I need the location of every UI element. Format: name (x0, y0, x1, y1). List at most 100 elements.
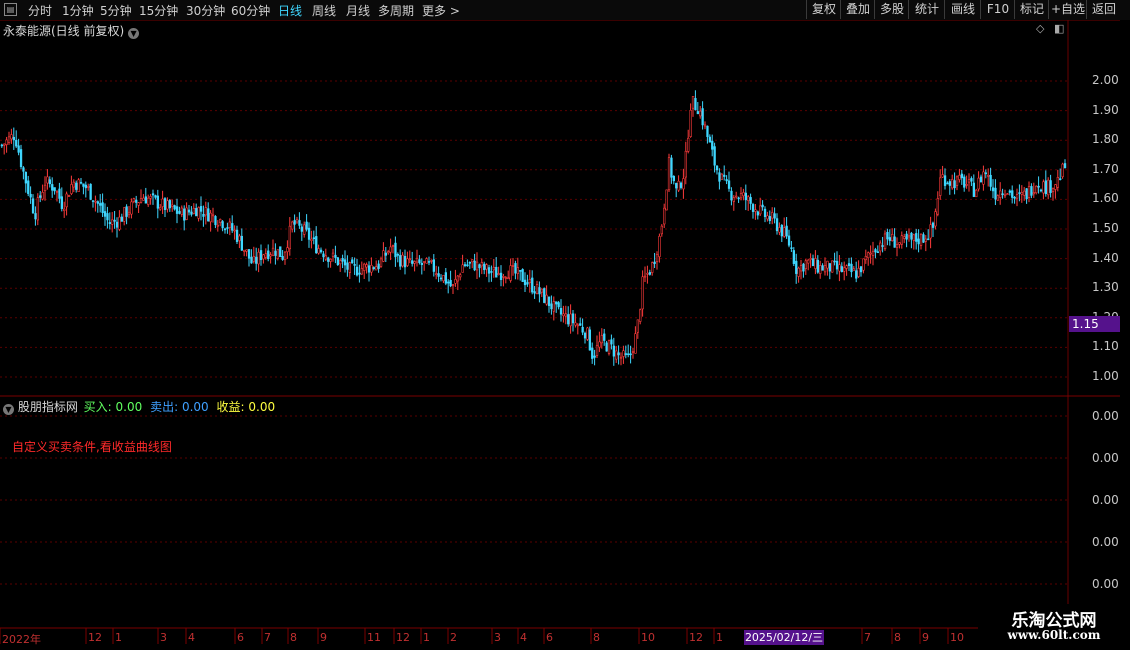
candle-body (593, 355, 596, 358)
candle-body (447, 281, 450, 284)
multi-stock-button[interactable]: 多股 (874, 0, 909, 19)
candle-body (619, 356, 623, 359)
candle-body (339, 260, 342, 265)
add-watchlist-button[interactable]: +自选 (1048, 0, 1087, 19)
period-tab-monthly[interactable]: 月线 (346, 2, 370, 19)
mark-button[interactable]: 标记 (1014, 0, 1049, 19)
indicator-header: ▼ 股朋指标网 买入: 0.00 卖出: 0.00 收益: 0.00 (3, 398, 275, 415)
candle-body (144, 196, 148, 204)
candle-body (219, 219, 222, 223)
date-tick-label: 1 (115, 631, 122, 644)
candle-body (478, 264, 481, 269)
period-tab-weekly[interactable]: 周线 (312, 2, 336, 19)
candle-body (351, 259, 354, 264)
candle-body (406, 258, 409, 266)
chevron-down-icon[interactable]: ▼ (128, 28, 140, 39)
candle-body (955, 176, 959, 186)
candle-body (742, 192, 745, 197)
candle-body (322, 253, 325, 258)
candle-body (903, 236, 906, 239)
current-price-tag: 1.15 (1069, 316, 1120, 332)
statistics-button[interactable]: 统计 (908, 0, 945, 19)
period-tab-15min[interactable]: 15分钟 (139, 2, 178, 19)
candle-body (331, 252, 335, 257)
period-tab-1min[interactable]: 1分钟 (62, 2, 94, 19)
candle-body (408, 258, 412, 261)
candle-body (895, 244, 899, 248)
candle-body (689, 109, 692, 137)
candle-body (127, 211, 131, 215)
sell-value: 0.00 (181, 400, 209, 414)
candle-body (279, 246, 282, 258)
candle-body (655, 254, 659, 262)
period-tab-multi[interactable]: 多周期 (378, 2, 414, 19)
candle-body (607, 340, 611, 354)
candle-body (960, 173, 964, 179)
candle-body (252, 256, 256, 262)
period-tab-60min[interactable]: 60分钟 (231, 2, 270, 19)
candle-body (31, 198, 35, 214)
candle-body (811, 258, 815, 267)
candle-body (521, 269, 524, 282)
price-tick-label: 1.90 (1092, 102, 1119, 117)
period-tab-30min[interactable]: 30分钟 (186, 2, 225, 19)
f10-button[interactable]: F10 (980, 0, 1015, 19)
candle-body (1056, 177, 1060, 188)
candle-body (209, 212, 212, 223)
candle-body (291, 221, 294, 230)
candle-body (0, 144, 4, 147)
candle-body (730, 190, 733, 201)
period-tab-fenshi[interactable]: 分时 (28, 2, 52, 19)
candle-body (255, 256, 258, 264)
candle-body (211, 214, 215, 217)
candle-body (106, 213, 109, 221)
candle-body (365, 264, 368, 268)
fuquan-button[interactable]: 复权 (806, 0, 841, 19)
candle-body (696, 111, 700, 115)
chevron-down-icon[interactable]: ▼ (3, 404, 14, 415)
candle-body (283, 251, 287, 260)
candle-body (775, 218, 779, 232)
more-periods-button[interactable]: 更多 > (422, 2, 460, 19)
candle-body (559, 307, 563, 315)
period-tab-5min[interactable]: 5分钟 (100, 2, 132, 19)
candle-body (348, 262, 352, 273)
candle-body (319, 249, 323, 253)
draw-line-button[interactable]: 画线 (944, 0, 981, 19)
candle-body (499, 272, 503, 280)
candle-body (286, 247, 289, 253)
candle-body (475, 261, 479, 271)
candle-body (859, 266, 863, 273)
candle-body (341, 258, 344, 262)
candle-body (295, 218, 299, 223)
candle-body (1025, 188, 1028, 200)
candle-body (180, 207, 184, 215)
candle-body (838, 264, 841, 272)
candle-body (502, 276, 505, 278)
candle-body (883, 233, 887, 250)
candle-body (624, 353, 628, 355)
indicator-axis-label: 0.00 (1092, 493, 1119, 507)
menu-icon[interactable]: ▤ (4, 3, 17, 16)
candle-body (843, 267, 846, 272)
candle-body (403, 256, 407, 268)
diamond-icon[interactable]: ◇ (1036, 22, 1044, 35)
candle-body (178, 211, 181, 214)
panel-toggle-icon[interactable]: ◧ (1054, 22, 1064, 35)
candle-body (785, 225, 788, 237)
candle-body (463, 264, 467, 267)
period-tab-daily[interactable]: 日线 (278, 2, 302, 19)
back-button[interactable]: 返回 (1086, 0, 1121, 19)
candle-body (70, 184, 73, 194)
candle-body (663, 207, 666, 225)
kline-chart[interactable] (0, 20, 1120, 650)
candle-body (595, 345, 599, 356)
candle-body (360, 268, 364, 275)
overlay-button[interactable]: 叠加 (840, 0, 875, 19)
candle-body (905, 233, 908, 240)
candle-body (991, 187, 995, 192)
candle-body (862, 258, 865, 271)
candle-body (216, 224, 220, 227)
candle-body (466, 264, 469, 267)
candle-body (425, 258, 428, 264)
